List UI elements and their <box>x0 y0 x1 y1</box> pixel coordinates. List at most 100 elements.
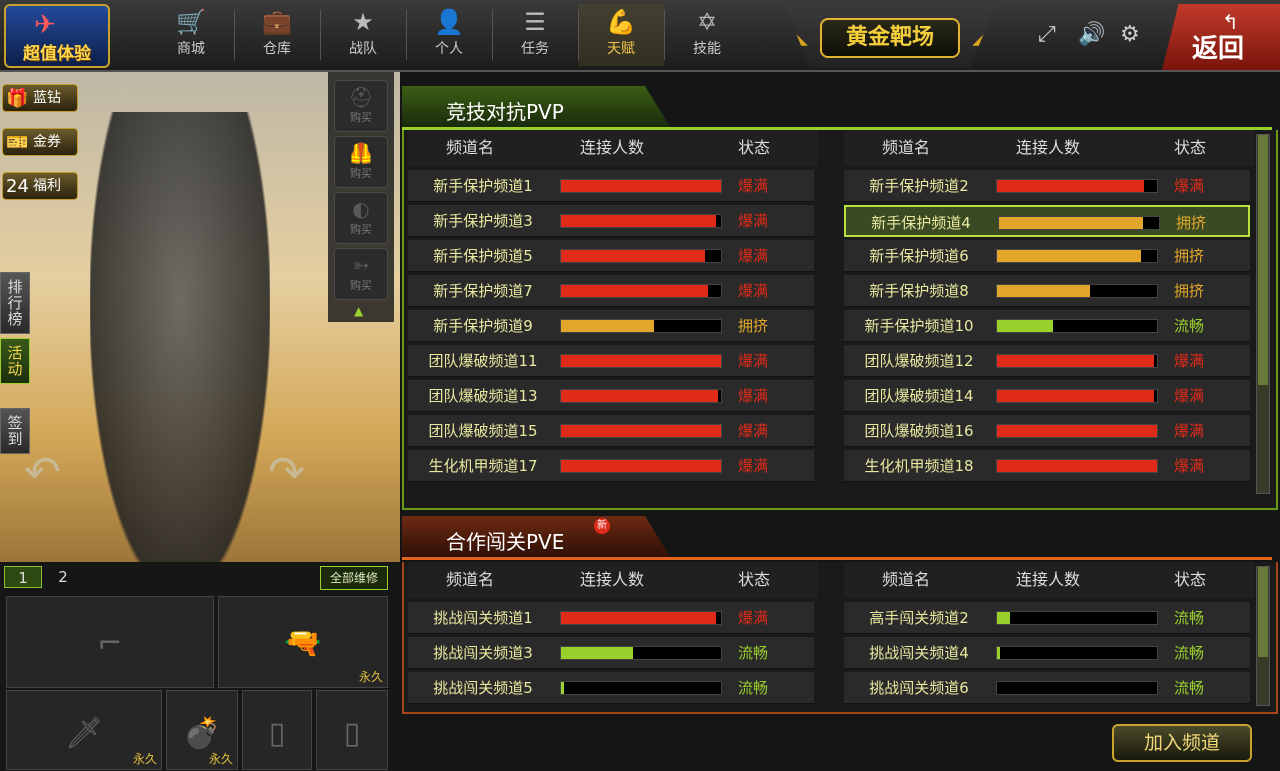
buy-slot-2[interactable]: ◐ 购买 <box>334 192 388 244</box>
side-button-0[interactable]: 🎁 蓝钻 <box>2 84 78 112</box>
nav-shop[interactable]: 🛒 商城 <box>148 4 234 66</box>
vertical-tab-1[interactable]: 活动 <box>0 338 30 384</box>
nav-profile[interactable]: 👤 个人 <box>406 4 492 66</box>
channel-row[interactable]: 挑战闯关频道4 流畅 <box>844 637 1250 669</box>
vertical-tab-2[interactable]: 签到 <box>0 408 30 454</box>
buy-slot-0[interactable]: ⛑ 购买 <box>334 80 388 132</box>
back-button[interactable]: ↰ 返回 <box>1162 4 1280 70</box>
col-status: 状态 <box>1174 138 1207 157</box>
nav-skills[interactable]: ✡ 技能 <box>664 4 750 66</box>
channel-status: 拥挤 <box>1176 214 1207 232</box>
channel-row[interactable]: 新手保护频道6 拥挤 <box>844 240 1250 272</box>
buy-slot-3[interactable]: ➳ 购买 <box>334 248 388 300</box>
buy-label: 购买 <box>350 279 372 292</box>
channel-row[interactable]: 生化机甲频道17 爆满 <box>408 450 814 482</box>
fullscreen-icon[interactable]: ⤢ <box>1038 22 1056 47</box>
rotate-left-icon[interactable]: ↶ <box>24 447 61 498</box>
channel-row[interactable]: 高手闯关频道2 流畅 <box>844 602 1250 634</box>
gear-icon[interactable]: ⚙ <box>1120 22 1140 47</box>
connection-bar <box>560 611 722 625</box>
side-button-label: 福利 <box>33 178 61 194</box>
channel-row[interactable]: 团队爆破频道11 爆满 <box>408 345 814 377</box>
col-connections: 连接人数 <box>1016 138 1081 157</box>
channel-row[interactable]: 新手保护频道2 爆满 <box>844 170 1250 202</box>
nav-separator <box>664 10 665 60</box>
connection-fill <box>561 320 654 332</box>
channel-name: 团队爆破频道13 <box>428 387 538 405</box>
channel-row[interactable]: 团队爆破频道15 爆满 <box>408 415 814 447</box>
channel-status: 爆满 <box>738 177 769 195</box>
connection-fill <box>997 425 1157 437</box>
channel-row[interactable]: 挑战闯关频道1 爆满 <box>408 602 814 634</box>
channel-status: 爆满 <box>738 282 769 300</box>
nav-tasks[interactable]: ☰ 任务 <box>492 4 578 66</box>
channel-row[interactable]: 团队爆破频道12 爆满 <box>844 345 1250 377</box>
channel-row[interactable]: 团队爆破频道14 爆满 <box>844 380 1250 412</box>
weapon-slot-2[interactable]: 🗡 永久 <box>6 690 162 770</box>
channel-name: 新手保护频道5 <box>433 247 533 265</box>
connection-fill <box>997 250 1141 262</box>
channel-row[interactable]: 挑战闯关频道3 流畅 <box>408 637 814 669</box>
buy-label: 购买 <box>350 111 372 124</box>
muscle-icon: 💪 <box>606 8 636 36</box>
coupon-icon: 🎫 <box>6 132 29 153</box>
pistol-icon: 🔫 <box>284 625 322 661</box>
promo-button[interactable]: ✈ 超值体验 <box>4 4 110 68</box>
pve-channel-list: 频道名 连接人数 状态 频道名 连接人数 状态 挑战闯关频道1 爆满 高手闯关频道2 流畅 挑战闯… <box>402 562 1278 714</box>
channel-status: 拥挤 <box>1174 282 1205 300</box>
col-name: 频道名 <box>882 570 931 589</box>
new-badge: 新 <box>594 518 610 534</box>
pvp-tab[interactable]: 竞技对抗PVP <box>402 86 672 130</box>
channel-row[interactable]: 挑战闯关频道5 流畅 <box>408 672 814 704</box>
channel-row[interactable]: 新手保护频道7 爆满 <box>408 275 814 307</box>
connection-fill <box>997 320 1053 332</box>
weapon-slot-1[interactable]: 🔫 永久 <box>218 596 388 688</box>
weapon-slot-3[interactable]: 💣 永久 <box>166 690 238 770</box>
pvp-scroll-thumb[interactable] <box>1258 135 1268 385</box>
pve-header-line <box>402 557 1272 560</box>
weapon-slot-4[interactable]: ▯ <box>242 690 312 770</box>
loadout-tab-2[interactable]: 2 <box>44 566 82 588</box>
channel-name: 团队爆破频道16 <box>864 422 974 440</box>
channel-row[interactable]: 生化机甲频道18 爆满 <box>844 450 1250 482</box>
connection-bar <box>996 611 1158 625</box>
channel-row[interactable]: 挑战闯关频道6 流畅 <box>844 672 1250 704</box>
channel-row[interactable]: 新手保护频道5 爆满 <box>408 240 814 272</box>
weapon-slot-5[interactable]: ▯ <box>316 690 388 770</box>
nav-talent[interactable]: 💪 天赋 <box>578 4 664 66</box>
channel-row[interactable]: 团队爆破频道16 爆满 <box>844 415 1250 447</box>
nav-team[interactable]: ★ 战队 <box>320 4 406 66</box>
connection-fill <box>561 285 709 297</box>
pve-tab[interactable]: 合作闯关PVE 新 <box>402 516 672 560</box>
channel-row[interactable]: 新手保护频道1 爆满 <box>408 170 814 202</box>
join-channel-button[interactable]: 加入频道 <box>1112 724 1252 762</box>
permanent-label: 永久 <box>358 670 383 684</box>
channel-row[interactable]: 新手保护频道4 拥挤 <box>844 205 1250 237</box>
collapse-caret-icon[interactable]: ▲ <box>354 304 363 318</box>
mode-title-plate: ◣ 黄金靶场 ◢ <box>785 6 995 68</box>
side-button-1[interactable]: 🎫 金券 <box>2 128 78 156</box>
vertical-tab-0[interactable]: 排行榜 <box>0 272 30 334</box>
channel-row[interactable]: 新手保护频道3 爆满 <box>408 205 814 237</box>
connection-bar <box>560 459 722 473</box>
sound-icon[interactable]: 🔊 <box>1078 22 1105 47</box>
channel-row[interactable]: 新手保护频道9 拥挤 <box>408 310 814 342</box>
pve-scrollbar[interactable] <box>1256 566 1270 706</box>
channel-row[interactable]: 新手保护频道10 流畅 <box>844 310 1250 342</box>
promo-label: 超值体验 <box>23 44 91 64</box>
channel-status: 流畅 <box>738 644 769 662</box>
pvp-scrollbar[interactable] <box>1256 134 1270 494</box>
nav-label: 商城 <box>177 41 205 57</box>
weapon-slot-0[interactable]: ⌐ <box>6 596 214 688</box>
channel-row[interactable]: 新手保护频道8 拥挤 <box>844 275 1250 307</box>
pve-scroll-thumb[interactable] <box>1258 567 1268 657</box>
side-button-2[interactable]: 24 福利 <box>2 172 78 200</box>
rotate-right-icon[interactable]: ↷ <box>268 447 305 498</box>
loadout-tab-1[interactable]: 1 <box>4 566 42 588</box>
buy-slot-1[interactable]: 🦺 购买 <box>334 136 388 188</box>
col-status: 状态 <box>738 570 771 589</box>
repair-all-button[interactable]: 全部维修 <box>320 566 388 590</box>
nav-warehouse[interactable]: 💼 仓库 <box>234 4 320 66</box>
channel-name: 挑战闯关频道6 <box>869 679 969 697</box>
channel-row[interactable]: 团队爆破频道13 爆满 <box>408 380 814 412</box>
